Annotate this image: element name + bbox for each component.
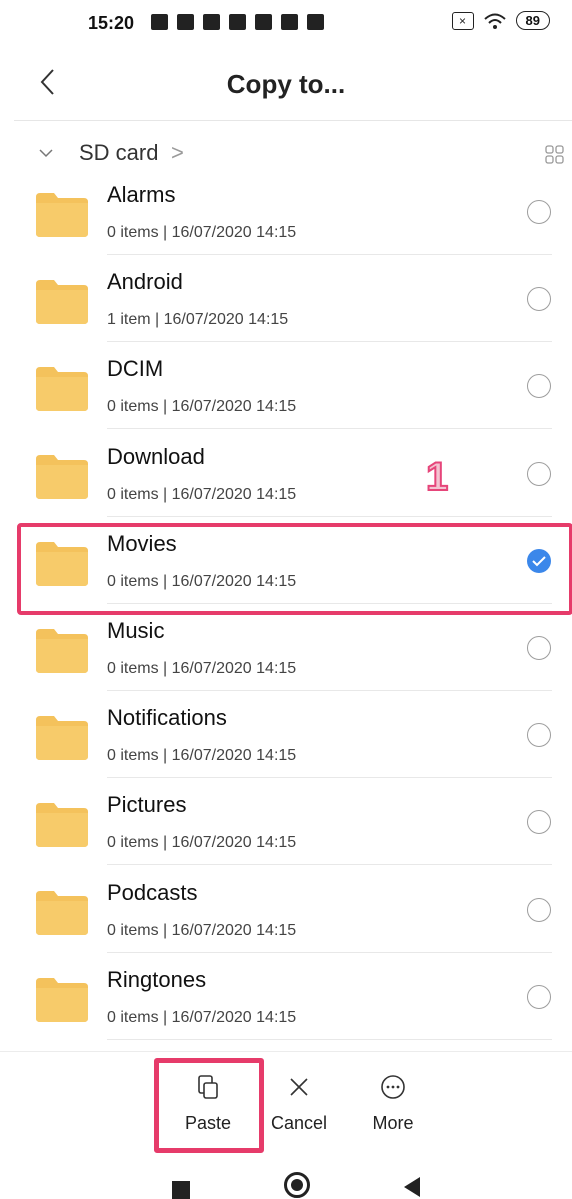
select-radio[interactable] bbox=[527, 810, 551, 835]
folder-name: Notifications bbox=[107, 705, 227, 731]
status-bar: 15:20 × 89 bbox=[0, 0, 572, 50]
more-icon bbox=[381, 1075, 405, 1099]
folder-name: Alarms bbox=[107, 182, 176, 207]
folder-name: Pictures bbox=[107, 792, 187, 818]
step-number-annotation: 1 bbox=[425, 454, 449, 500]
folder-icon bbox=[36, 629, 88, 673]
row-divider bbox=[107, 864, 552, 866]
wrench-icon bbox=[203, 14, 220, 30]
select-radio[interactable] bbox=[527, 461, 551, 486]
system-icons: × 89 bbox=[451, 11, 550, 30]
wifi-icon bbox=[483, 13, 506, 29]
row-divider bbox=[107, 951, 552, 953]
row-divider bbox=[107, 515, 552, 517]
more-button[interactable]: More bbox=[357, 1074, 429, 1134]
folder-row[interactable]: Music 0 items | 16/07/2020 14:15 bbox=[0, 609, 572, 696]
back-icon[interactable] bbox=[404, 1177, 420, 1197]
play-store-icon bbox=[281, 14, 298, 30]
breadcrumb-separator: > bbox=[171, 140, 184, 165]
calendar-icon bbox=[255, 14, 272, 30]
more-label: More bbox=[372, 1113, 414, 1133]
select-radio[interactable] bbox=[527, 723, 551, 748]
row-divider bbox=[107, 254, 552, 255]
status-time: 15:20 bbox=[88, 13, 135, 33]
notification-icons bbox=[151, 14, 324, 30]
select-radio[interactable] bbox=[527, 897, 551, 922]
recents-icon[interactable] bbox=[172, 1181, 190, 1199]
folder-icon bbox=[36, 193, 88, 237]
folder-row[interactable]: Podcasts 0 items | 16/07/2020 14:15 bbox=[0, 871, 572, 958]
folder-name: Android bbox=[107, 269, 183, 295]
folder-name: DCIM bbox=[107, 356, 164, 382]
folder-meta: 0 items | 16/07/2020 14:15 bbox=[107, 747, 297, 765]
row-divider bbox=[107, 690, 552, 691]
folder-name: Podcasts bbox=[107, 879, 198, 905]
folder-row[interactable]: Android 1 item | 16/07/2020 14:15 bbox=[0, 260, 572, 347]
shield-icon bbox=[229, 14, 246, 30]
highlight-box-movies bbox=[17, 523, 572, 615]
select-radio[interactable] bbox=[527, 984, 551, 1009]
row-divider bbox=[107, 341, 552, 343]
select-radio[interactable] bbox=[527, 287, 551, 312]
select-radio[interactable] bbox=[527, 636, 551, 660]
folder-meta: 1 item | 16/07/2020 14:15 bbox=[107, 311, 289, 329]
folder-row[interactable]: Download 0 items | 16/07/2020 14:15 bbox=[0, 435, 572, 522]
battery-indicator: 89 bbox=[515, 11, 550, 30]
header-divider bbox=[14, 120, 572, 121]
folder-row[interactable]: Notifications 0 items | 16/07/2020 14:15 bbox=[0, 696, 572, 783]
folder-meta: 0 items | 16/07/2020 14:15 bbox=[107, 224, 297, 241]
chevron-down-icon[interactable] bbox=[38, 147, 54, 159]
home-icon[interactable] bbox=[284, 1172, 310, 1198]
select-radio[interactable] bbox=[527, 374, 551, 399]
folder-meta: 0 items | 16/07/2020 14:15 bbox=[107, 660, 297, 677]
folder-name: Download bbox=[107, 443, 205, 469]
grid-view-icon[interactable] bbox=[545, 145, 565, 165]
system-nav-bar bbox=[0, 1163, 572, 1199]
folder-row[interactable]: DCIM 0 items | 16/07/2020 14:15 bbox=[0, 347, 572, 434]
folder-icon bbox=[36, 280, 88, 325]
gallery-icon bbox=[177, 14, 194, 30]
folder-meta: 0 items | 16/07/2020 14:15 bbox=[107, 834, 297, 852]
folder-icon bbox=[36, 716, 88, 761]
folder-meta: 0 items | 16/07/2020 14:15 bbox=[107, 921, 297, 939]
breadcrumb-sd-card[interactable]: SD card bbox=[79, 140, 158, 166]
cancel-button[interactable]: Cancel bbox=[263, 1074, 335, 1134]
bottom-toolbar: Paste Cancel More bbox=[0, 1051, 572, 1162]
folder-row[interactable]: Ringtones 0 items | 16/07/2020 14:15 bbox=[0, 958, 572, 1045]
folder-icon bbox=[36, 454, 88, 499]
row-divider bbox=[107, 428, 552, 430]
folder-row[interactable]: Alarms 0 items | 16/07/2020 14:15 bbox=[0, 173, 572, 260]
page-title: Copy to... bbox=[226, 69, 346, 99]
folder-icon bbox=[36, 977, 88, 1022]
folder-meta: 0 items | 16/07/2020 14:15 bbox=[107, 485, 297, 503]
folder-meta: 0 items | 16/07/2020 14:15 bbox=[107, 1008, 297, 1026]
folder-icon bbox=[36, 367, 88, 412]
folder-name: Music bbox=[107, 618, 165, 643]
close-icon bbox=[290, 1078, 308, 1096]
sd-card-icon bbox=[307, 14, 324, 30]
folder-name: Ringtones bbox=[107, 966, 207, 992]
folder-icon bbox=[36, 803, 88, 848]
row-divider bbox=[107, 777, 552, 779]
no-sim-icon: × bbox=[451, 11, 474, 30]
folder-icon bbox=[36, 890, 88, 935]
message-icon bbox=[151, 14, 168, 30]
folder-meta: 0 items | 16/07/2020 14:15 bbox=[107, 398, 297, 416]
row-divider bbox=[107, 1038, 552, 1040]
highlight-box-paste bbox=[154, 1058, 264, 1153]
folder-row[interactable]: Pictures 0 items | 16/07/2020 14:15 bbox=[0, 783, 572, 870]
select-radio[interactable] bbox=[527, 200, 551, 224]
cancel-label: Cancel bbox=[270, 1113, 328, 1133]
app-header: Copy to... bbox=[0, 55, 572, 117]
